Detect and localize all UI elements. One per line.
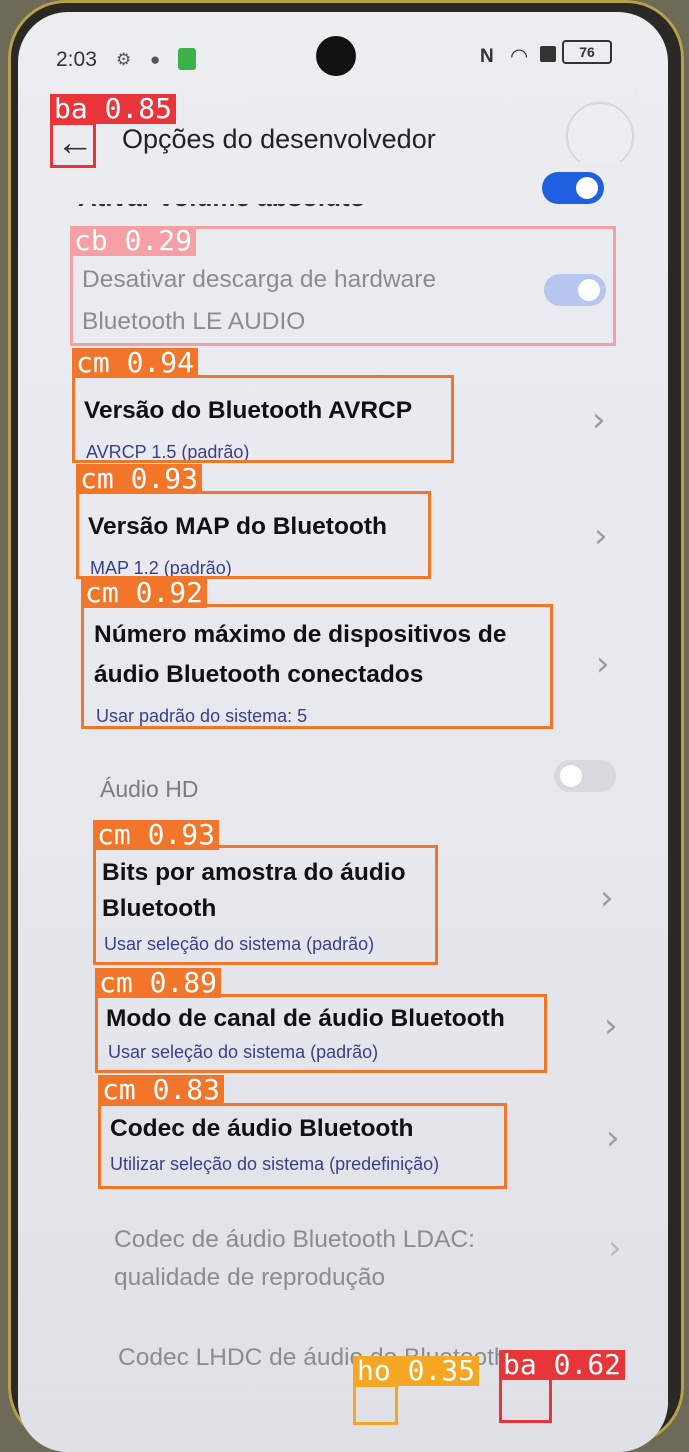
bt-codec-title: Codec de áudio Bluetooth: [110, 1115, 414, 1142]
chevron-right-icon: ›: [606, 1118, 620, 1158]
avrcp-version-value: AVRCP 1.5 (padrão): [86, 442, 250, 462]
chevron-right-icon: ›: [592, 400, 606, 440]
detection-label: cm 0.93: [76, 464, 203, 494]
chevron-right-icon: ›: [600, 878, 614, 918]
le-audio-offload-line1: Desativar descarga de hardware: [82, 266, 437, 293]
home-button[interactable]: [360, 1392, 398, 1430]
detection-label: cm 0.93: [93, 820, 220, 850]
front-camera: [316, 36, 356, 76]
hd-audio-toggle: [554, 760, 616, 792]
map-version-title: Versão MAP do Bluetooth: [88, 513, 388, 540]
settings-gear-icon: ⚙: [116, 50, 132, 69]
bits-per-sample-line2: Bluetooth: [102, 895, 217, 922]
map-version-row[interactable]: Versão MAP do Bluetooth MAP 1.2 (padrão)…: [18, 498, 668, 588]
chevron-right-icon: ›: [608, 1228, 622, 1268]
le-audio-offload-line2: Bluetooth LE AUDIO: [82, 308, 306, 335]
page-title: Opções do desenvolvedor: [122, 124, 436, 154]
chevron-right-icon: ›: [596, 644, 610, 684]
nfc-icon: N: [480, 46, 494, 67]
avrcp-version-title: Versão do Bluetooth AVRCP: [84, 397, 413, 424]
app-notification-icon: [178, 48, 196, 70]
detection-label: cm 0.94: [72, 348, 199, 378]
floating-circle-button[interactable]: [566, 102, 634, 170]
bt-codec-row[interactable]: Codec de áudio Bluetooth Utilizar seleçã…: [18, 1108, 668, 1198]
detection-label: ba 0.85: [50, 94, 177, 124]
detection-label: ho 0.35: [353, 1356, 480, 1386]
channel-mode-title: Modo de canal de áudio Bluetooth: [106, 1005, 505, 1032]
absolute-volume-toggle[interactable]: [542, 172, 604, 204]
battery-indicator: 76: [562, 40, 612, 64]
detection-label: cm 0.89: [95, 968, 222, 998]
ldac-quality-line2: qualidade de reprodução: [114, 1264, 386, 1291]
bottom-fade: [18, 1372, 668, 1452]
max-bt-devices-line2: áudio Bluetooth conectados: [94, 661, 424, 688]
notification-dot-icon: ●: [150, 50, 161, 69]
sim-icon: [540, 46, 556, 62]
max-bt-devices-row[interactable]: Número máximo de dispositivos de áudio B…: [18, 610, 668, 730]
max-bt-devices-line1: Número máximo de dispositivos de: [94, 621, 507, 648]
detection-label: cm 0.92: [81, 578, 208, 608]
hd-audio-label: Áudio HD: [100, 776, 199, 802]
detection-label: ba 0.62: [499, 1350, 626, 1380]
status-time: 2:03: [56, 48, 97, 71]
ldac-quality-line1: Codec de áudio Bluetooth LDAC:: [114, 1226, 475, 1253]
bits-per-sample-line1: Bits por amostra do áudio: [102, 859, 406, 886]
chevron-right-icon: ›: [604, 1006, 618, 1046]
back-nav-button[interactable]: [502, 1392, 540, 1430]
bt-codec-value: Utilizar seleção do sistema (predefiniçã…: [110, 1154, 440, 1174]
wifi-icon: ◠: [510, 45, 529, 68]
channel-mode-value: Usar seleção do sistema (padrão): [108, 1042, 379, 1062]
avrcp-version-row[interactable]: Versão do Bluetooth AVRCP AVRCP 1.5 (pad…: [18, 382, 668, 472]
bits-per-sample-row[interactable]: Bits por amostra do áudio Bluetooth Usar…: [18, 852, 668, 972]
bits-per-sample-value: Usar seleção do sistema (padrão): [104, 934, 375, 954]
chevron-right-icon: ›: [594, 516, 608, 556]
max-bt-devices-value: Usar padrão do sistema: 5: [96, 706, 308, 726]
le-audio-offload-toggle: [544, 274, 606, 306]
detection-label: cm 0.83: [98, 1075, 225, 1105]
detection-label: cb 0.29: [70, 226, 197, 256]
back-arrow-icon[interactable]: ←: [56, 122, 94, 164]
